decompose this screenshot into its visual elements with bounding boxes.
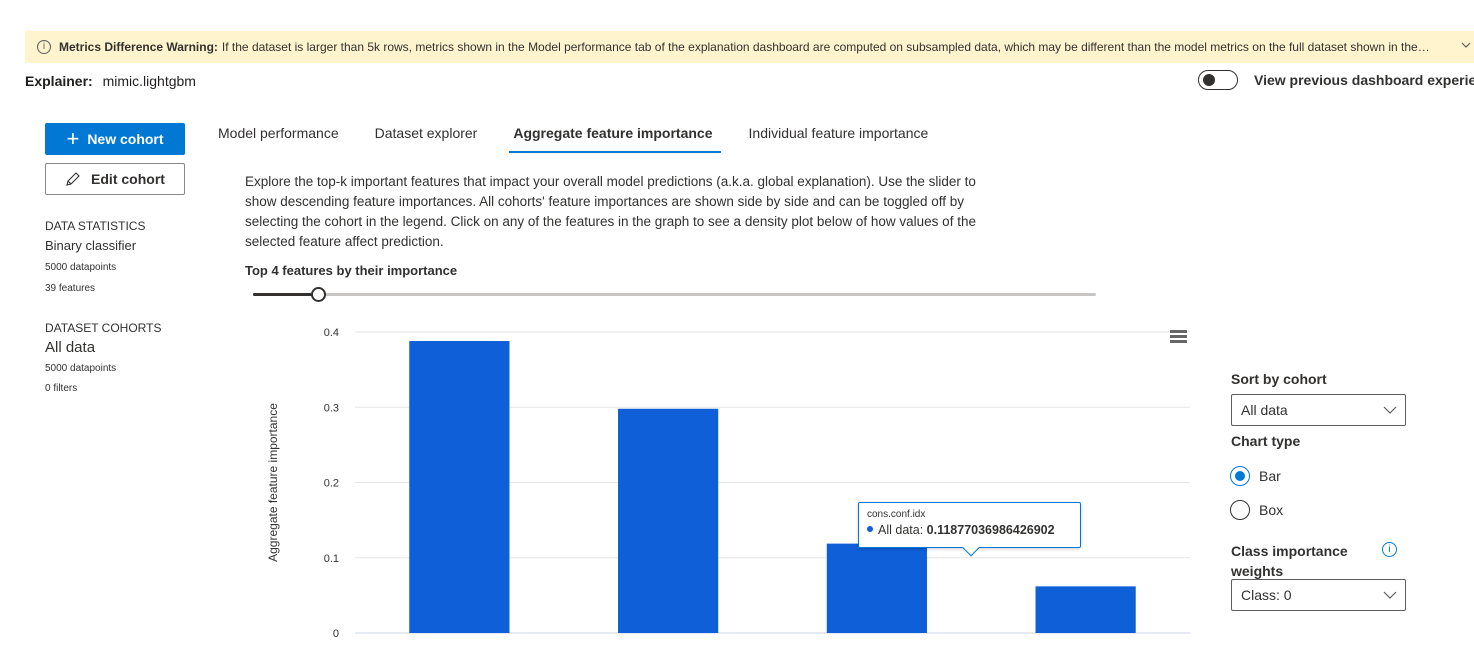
new-cohort-label: New cohort — [87, 131, 164, 147]
info-icon: i — [37, 40, 51, 54]
new-cohort-button[interactable]: + New cohort — [45, 123, 185, 155]
plus-icon: + — [66, 126, 80, 151]
topk-slider-track[interactable] — [253, 293, 1096, 296]
topk-slider-fill — [253, 293, 319, 296]
bar[interactable] — [618, 408, 719, 633]
explainer-value: mimic.lightgbm — [102, 73, 196, 89]
explainer-label: Explainer: — [25, 73, 93, 89]
sort-by-cohort-label: Sort by cohort — [1231, 371, 1327, 387]
y-tick-label: 0.4 — [324, 327, 339, 339]
y-tick-label: 0 — [333, 628, 339, 640]
chevron-down-icon — [1383, 591, 1397, 599]
features-count: 39 features — [45, 283, 96, 294]
radio-bar-label: Bar — [1259, 468, 1281, 484]
toggle-label: View previous dashboard experience — [1254, 72, 1474, 88]
cohort-name: All data — [45, 339, 96, 356]
tooltip-value: 0.11877036986426902 — [926, 523, 1055, 537]
class-value: Class: 0 — [1241, 587, 1292, 603]
tooltip-feature: cons.conf.idx — [867, 509, 926, 520]
tab-dataset-explorer[interactable]: Dataset explorer — [375, 118, 482, 153]
previous-experience-toggle[interactable]: View previous dashboard experience — [1198, 70, 1474, 90]
series-dot-icon — [867, 526, 873, 532]
topk-label: Top 4 features by their importance — [245, 263, 458, 278]
edit-cohort-button[interactable]: Edit cohort — [45, 163, 185, 195]
tooltip-series: All data: — [878, 523, 924, 537]
pencil-icon — [66, 172, 80, 186]
radio-bar-circle — [1230, 466, 1250, 486]
radio-bar[interactable]: Bar — [1230, 466, 1281, 486]
bar[interactable] — [826, 543, 927, 633]
y-tick-label: 0.2 — [324, 478, 339, 490]
chevron-down-icon[interactable] — [1460, 39, 1472, 51]
edit-cohort-label: Edit cohort — [91, 171, 165, 187]
warning-message: If the dataset is larger than 5k rows, m… — [221, 40, 1432, 54]
radio-box-label: Box — [1259, 502, 1284, 518]
data-statistics-caption: DATA STATISTICS — [45, 219, 146, 233]
toggle-switch[interactable] — [1198, 70, 1238, 90]
dataset-cohorts-caption: DATASET COHORTS — [45, 321, 162, 335]
sort-cohort-dropdown[interactable]: All data — [1231, 394, 1406, 426]
chart-type-label: Chart type — [1231, 433, 1301, 449]
cohort-datapoints: 5000 datapoints — [45, 363, 117, 374]
metrics-warning-bar: i Metrics Difference Warning: If the dat… — [25, 31, 1474, 63]
tab-bar: Model performance Dataset explorer Aggre… — [218, 118, 964, 153]
chevron-down-icon — [1383, 406, 1397, 414]
tab-model-performance[interactable]: Model performance — [218, 118, 343, 153]
warning-title: Metrics Difference Warning: — [59, 40, 218, 54]
bar[interactable] — [409, 341, 510, 633]
explainer-info: Explainer: mimic.lightgbm — [25, 73, 196, 89]
datapoints-count: 5000 datapoints — [45, 262, 117, 273]
y-axis-title: Aggregate feature importance — [266, 403, 280, 562]
cohort-filters: 0 filters — [45, 383, 78, 394]
tab-individual-feature-importance[interactable]: Individual feature importance — [749, 118, 933, 153]
y-tick-label: 0.1 — [324, 553, 339, 565]
description-text: Explore the top-k important features tha… — [245, 174, 976, 249]
tab-aggregate-feature-importance[interactable]: Aggregate feature importance — [509, 118, 721, 153]
feature-importance-chart: 0 0.1 0.2 0.3 0.4 Aggregate feature importanc… — [266, 327, 1190, 640]
sort-cohort-value: All data — [1241, 402, 1288, 418]
classifier-type: Binary classifier — [45, 238, 137, 253]
radio-box-circle — [1230, 500, 1250, 520]
tooltip-row: All data: 0.11877036986426902 — [867, 523, 1072, 537]
class-dropdown[interactable]: Class: 0 — [1231, 579, 1406, 611]
bar[interactable] — [1035, 586, 1136, 633]
info-icon[interactable]: i — [1382, 542, 1397, 557]
radio-box[interactable]: Box — [1230, 500, 1283, 520]
y-tick-label: 0.3 — [324, 402, 339, 414]
topk-slider-thumb[interactable] — [311, 287, 326, 302]
chart-tooltip: cons.conf.idx All data: 0.11877036986426… — [858, 502, 1081, 557]
chart-menu-icon[interactable] — [1170, 330, 1187, 343]
toggle-knob — [1203, 74, 1215, 86]
class-weights-label: Class importance weights — [1231, 543, 1348, 579]
